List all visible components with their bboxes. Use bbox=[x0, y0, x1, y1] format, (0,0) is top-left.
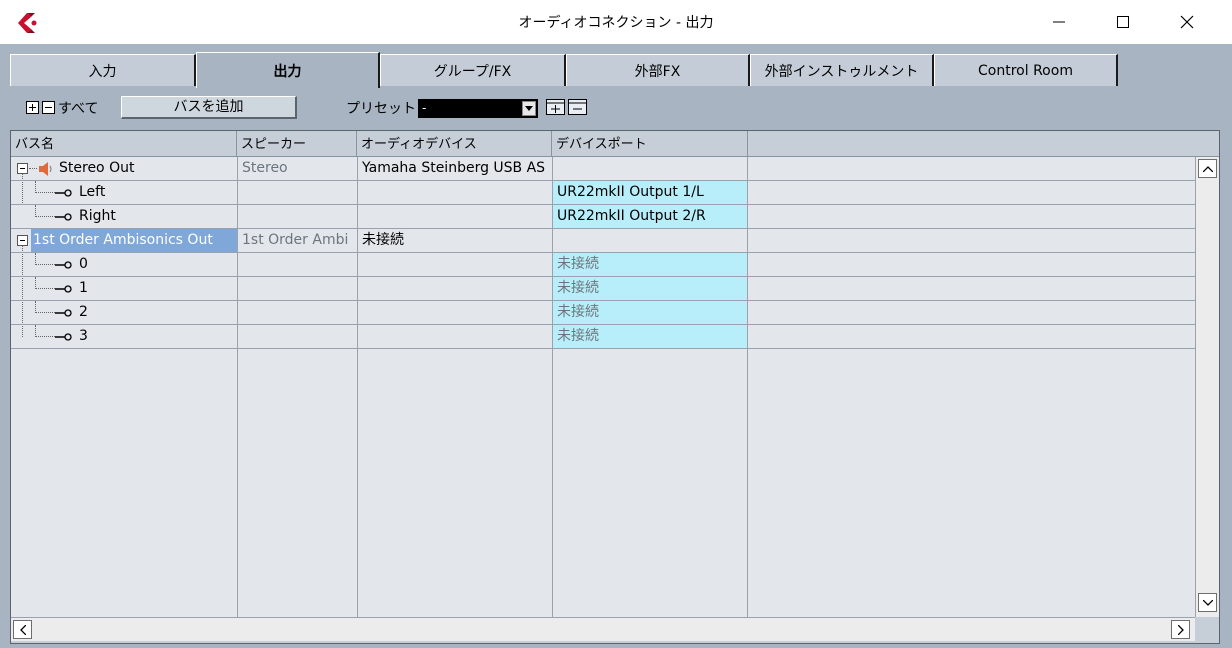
table-row[interactable]: 2 未接続 bbox=[11, 301, 1195, 325]
channel-connector-icon bbox=[55, 189, 72, 197]
tree-line bbox=[35, 192, 55, 193]
tree-line bbox=[35, 288, 55, 289]
channel-name: 2 bbox=[79, 304, 88, 320]
tab-external-fx[interactable]: 外部FX bbox=[566, 54, 750, 86]
title-bar: オーディオコネクション - 出力 bbox=[0, 0, 1232, 44]
preset-select[interactable]: - bbox=[418, 99, 538, 118]
tab-external-instruments[interactable]: 外部インストゥルメント bbox=[750, 54, 934, 86]
remove-preset-icon[interactable] bbox=[568, 99, 587, 115]
channel-connector-icon bbox=[55, 261, 72, 269]
bus-name: Stereo Out bbox=[59, 160, 135, 176]
chevron-down-icon bbox=[1202, 599, 1213, 606]
all-label: すべて bbox=[58, 101, 99, 117]
collapse-icon[interactable] bbox=[17, 235, 28, 246]
tree-line bbox=[35, 336, 55, 337]
table-row[interactable]: 3 未接続 bbox=[11, 325, 1195, 349]
table-row[interactable]: Right UR22mkII Output 2/R bbox=[11, 205, 1195, 229]
speaker-icon bbox=[39, 162, 52, 176]
table-row[interactable]: 0 未接続 bbox=[11, 253, 1195, 277]
close-button[interactable] bbox=[1164, 0, 1210, 44]
audio-device[interactable]: Yamaha Steinberg USB AS bbox=[358, 157, 551, 180]
tab-control-room[interactable]: Control Room bbox=[934, 54, 1118, 86]
channel-name: 1 bbox=[79, 280, 88, 296]
channel-name: Left bbox=[79, 184, 106, 200]
channel-name: 0 bbox=[79, 256, 88, 272]
minimize-button[interactable] bbox=[1036, 0, 1082, 44]
tab-input[interactable]: 入力 bbox=[10, 54, 196, 86]
preset-value: - bbox=[422, 101, 427, 115]
chevron-down-icon[interactable] bbox=[522, 101, 536, 116]
device-port[interactable]: 未接続 bbox=[552, 325, 747, 348]
tab-group-fx[interactable]: グループ/FX bbox=[380, 54, 566, 86]
column-header-audio-device[interactable]: オーディオデバイス bbox=[357, 131, 552, 157]
add-bus-button[interactable]: バスを追加 bbox=[121, 96, 297, 119]
tree-line bbox=[29, 168, 37, 169]
tree-line bbox=[35, 264, 55, 265]
column-header-bus-name[interactable]: バス名 bbox=[11, 131, 237, 157]
toolbar: すべて バスを追加 プリセット - bbox=[0, 94, 1232, 122]
store-preset-icon[interactable] bbox=[546, 99, 565, 115]
table-row[interactable]: 1 未接続 bbox=[11, 277, 1195, 301]
horizontal-scrollbar[interactable] bbox=[11, 617, 1195, 641]
table-row[interactable]: 1st Order Ambisonics Out 1st Order Ambi … bbox=[11, 229, 1195, 253]
scroll-right-button[interactable] bbox=[1171, 620, 1190, 639]
bus-table: バス名 スピーカー オーディオデバイス デバイスポート Stereo Out S… bbox=[10, 130, 1220, 644]
speaker-config[interactable]: Stereo bbox=[238, 157, 356, 180]
table-body: Stereo Out Stereo Yamaha Steinberg USB A… bbox=[11, 157, 1195, 617]
device-port[interactable]: 未接続 bbox=[552, 301, 747, 324]
chevron-up-icon bbox=[1202, 165, 1213, 172]
audio-device[interactable]: 未接続 bbox=[358, 229, 551, 252]
scroll-left-button[interactable] bbox=[13, 620, 32, 639]
table-header: バス名 スピーカー オーディオデバイス デバイスポート bbox=[11, 131, 1219, 157]
channel-name: Right bbox=[79, 208, 116, 224]
channel-connector-icon bbox=[55, 309, 72, 317]
speaker-config[interactable]: 1st Order Ambi bbox=[238, 229, 356, 252]
channel-connector-icon bbox=[55, 333, 72, 341]
device-port[interactable]: UR22mkII Output 2/R bbox=[552, 205, 747, 228]
tree-line bbox=[35, 312, 55, 313]
bus-name: 1st Order Ambisonics Out bbox=[31, 229, 237, 252]
tab-output[interactable]: 出力 bbox=[196, 52, 380, 88]
channel-connector-icon bbox=[55, 213, 72, 221]
chevron-right-icon bbox=[1177, 624, 1184, 635]
expand-all-icon[interactable] bbox=[26, 101, 39, 114]
device-port[interactable]: 未接続 bbox=[552, 253, 747, 276]
maximize-button[interactable] bbox=[1100, 0, 1146, 44]
column-header-device-port[interactable]: デバイスポート bbox=[552, 131, 748, 157]
table-row[interactable]: Stereo Out Stereo Yamaha Steinberg USB A… bbox=[11, 157, 1195, 181]
scroll-up-button[interactable] bbox=[1198, 159, 1217, 178]
collapse-icon[interactable] bbox=[17, 163, 28, 174]
channel-name: 3 bbox=[79, 328, 88, 344]
maximize-icon bbox=[1117, 16, 1129, 28]
minimize-icon bbox=[1053, 21, 1065, 23]
device-port[interactable]: UR22mkII Output 1/L bbox=[552, 181, 747, 204]
scroll-down-button[interactable] bbox=[1198, 593, 1217, 612]
table-row[interactable]: Left UR22mkII Output 1/L bbox=[11, 181, 1195, 205]
device-port[interactable]: 未接続 bbox=[552, 277, 747, 300]
tree-line bbox=[35, 216, 55, 217]
preset-label: プリセット bbox=[346, 101, 416, 117]
column-header-speaker[interactable]: スピーカー bbox=[237, 131, 357, 157]
chevron-left-icon bbox=[19, 624, 26, 635]
client-area: 入力 出力 グループ/FX 外部FX 外部インストゥルメント Control R… bbox=[0, 44, 1232, 648]
collapse-all-icon[interactable] bbox=[42, 101, 55, 114]
scrollbar-corner bbox=[1195, 617, 1219, 641]
vertical-scrollbar[interactable] bbox=[1195, 157, 1219, 617]
channel-connector-icon bbox=[55, 285, 72, 293]
close-icon bbox=[1180, 15, 1194, 29]
